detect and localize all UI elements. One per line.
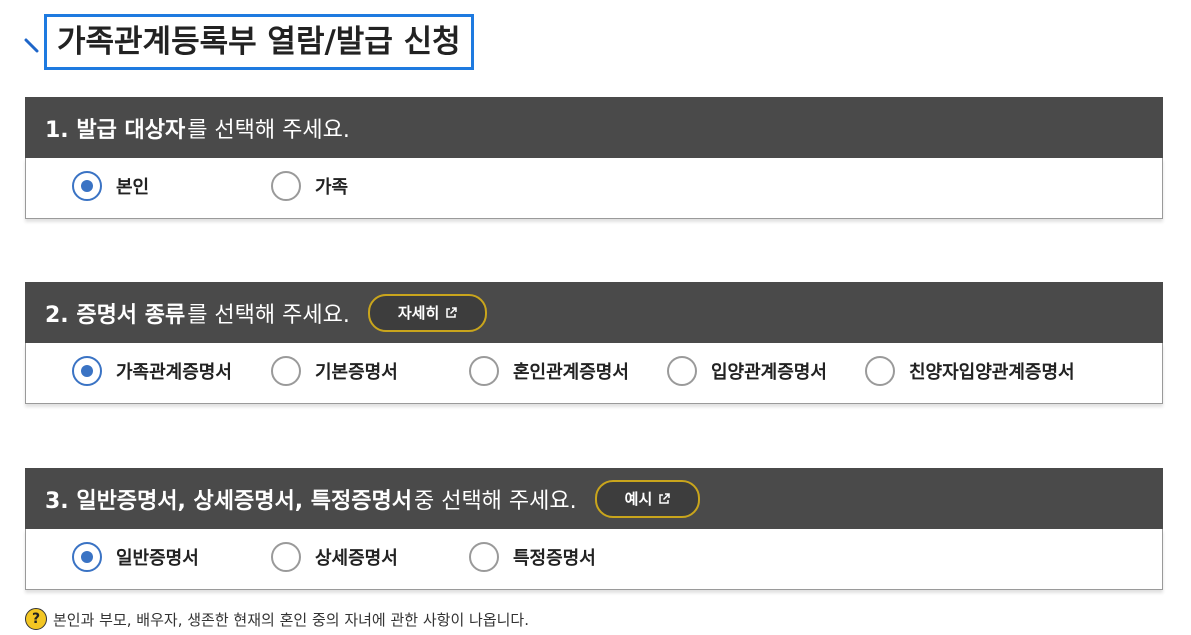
section-certificate-detail: 3. 일반증명서, 상세증명서, 특정증명서 중 선택해 주세요. 예시 일반증… [25,468,1163,590]
section-title-rest: 중 선택해 주세요. [413,488,577,514]
question-icon: ? [25,608,47,630]
radio-option-detailed-cert[interactable]: 상세증명서 [271,542,398,572]
radio-option-marriage-cert[interactable]: 혼인관계증명서 [469,356,629,386]
section-title-strong: 3. 일반증명서, 상세증명서, 특정증명서 [45,488,412,514]
radio-button[interactable] [469,356,499,386]
option-group-issue-target: 본인 가족 [25,158,1163,219]
example-button-label: 예시 [624,490,653,508]
section-header: 3. 일반증명서, 상세증명서, 특정증명서 중 선택해 주세요. 예시 [25,468,1163,529]
radio-button[interactable] [271,542,301,572]
radio-option-specific-cert[interactable]: 특정증명서 [469,542,596,572]
radio-label: 기본증명서 [315,362,398,383]
page-title: 가족관계등록부 열람/발급 신청 [44,14,474,70]
radio-option-basic-cert[interactable]: 기본증명서 [271,356,398,386]
section-title-strong: 2. 증명서 종류 [45,302,186,328]
details-button[interactable]: 자세히 [367,293,488,332]
external-link-icon [446,306,458,318]
radio-button[interactable] [72,356,102,386]
section-certificate-type: 2. 증명서 종류 를 선택해 주세요. 자세히 가족관계증명서 기본증명서 혼인… [25,282,1163,404]
radio-option-self[interactable]: 본인 [72,171,149,201]
radio-label: 일반증명서 [116,548,199,569]
radio-button[interactable] [271,171,301,201]
example-button[interactable]: 예시 [594,479,701,518]
section-title-rest: 를 선택해 주세요. [187,117,350,143]
radio-option-family[interactable]: 가족 [271,171,348,201]
radio-option-adoption-cert[interactable]: 입양관계증명서 [667,356,827,386]
radio-label: 가족관계증명서 [116,362,232,383]
radio-button[interactable] [469,542,499,572]
radio-option-family-relation-cert[interactable]: 가족관계증명서 [72,356,232,386]
details-button-label: 자세히 [397,304,440,322]
radio-label: 입양관계증명서 [711,362,827,383]
radio-button[interactable] [72,542,102,572]
radio-label: 상세증명서 [315,548,398,569]
radio-button[interactable] [865,356,895,386]
radio-label: 특정증명서 [513,548,596,569]
radio-label: 혼인관계증명서 [513,362,629,383]
section-title-rest: 를 선택해 주세요. [187,302,350,328]
radio-button[interactable] [271,356,301,386]
radio-label: 가족 [315,177,349,198]
radio-label: 친양자입양관계증명서 [909,362,1075,383]
radio-label: 본인 [116,177,150,198]
external-link-icon [659,492,670,504]
radio-button[interactable] [72,171,102,201]
help-note-text: 본인과 부모, 배우자, 생존한 현재의 혼인 중의 자녀에 관한 사항이 나옵… [53,610,529,629]
section-header: 1. 발급 대상자 를 선택해 주세요. [25,97,1163,158]
option-group-certificate-type: 가족관계증명서 기본증명서 혼인관계증명서 입양관계증명서 친양자입양관계증명서 [25,343,1163,404]
title-accent-icon [24,38,39,53]
help-note: ? 본인과 부모, 배우자, 생존한 현재의 혼인 중의 자녀에 관한 사항이 … [25,608,529,630]
option-group-certificate-detail: 일반증명서 상세증명서 특정증명서 [25,529,1163,590]
radio-button[interactable] [667,356,697,386]
radio-option-full-adoption-cert[interactable]: 친양자입양관계증명서 [865,356,1075,386]
section-title-strong: 1. 발급 대상자 [45,117,186,143]
section-header: 2. 증명서 종류 를 선택해 주세요. 자세히 [25,282,1163,343]
radio-option-general-cert[interactable]: 일반증명서 [72,542,199,572]
section-issue-target: 1. 발급 대상자 를 선택해 주세요. 본인 가족 [25,97,1163,219]
